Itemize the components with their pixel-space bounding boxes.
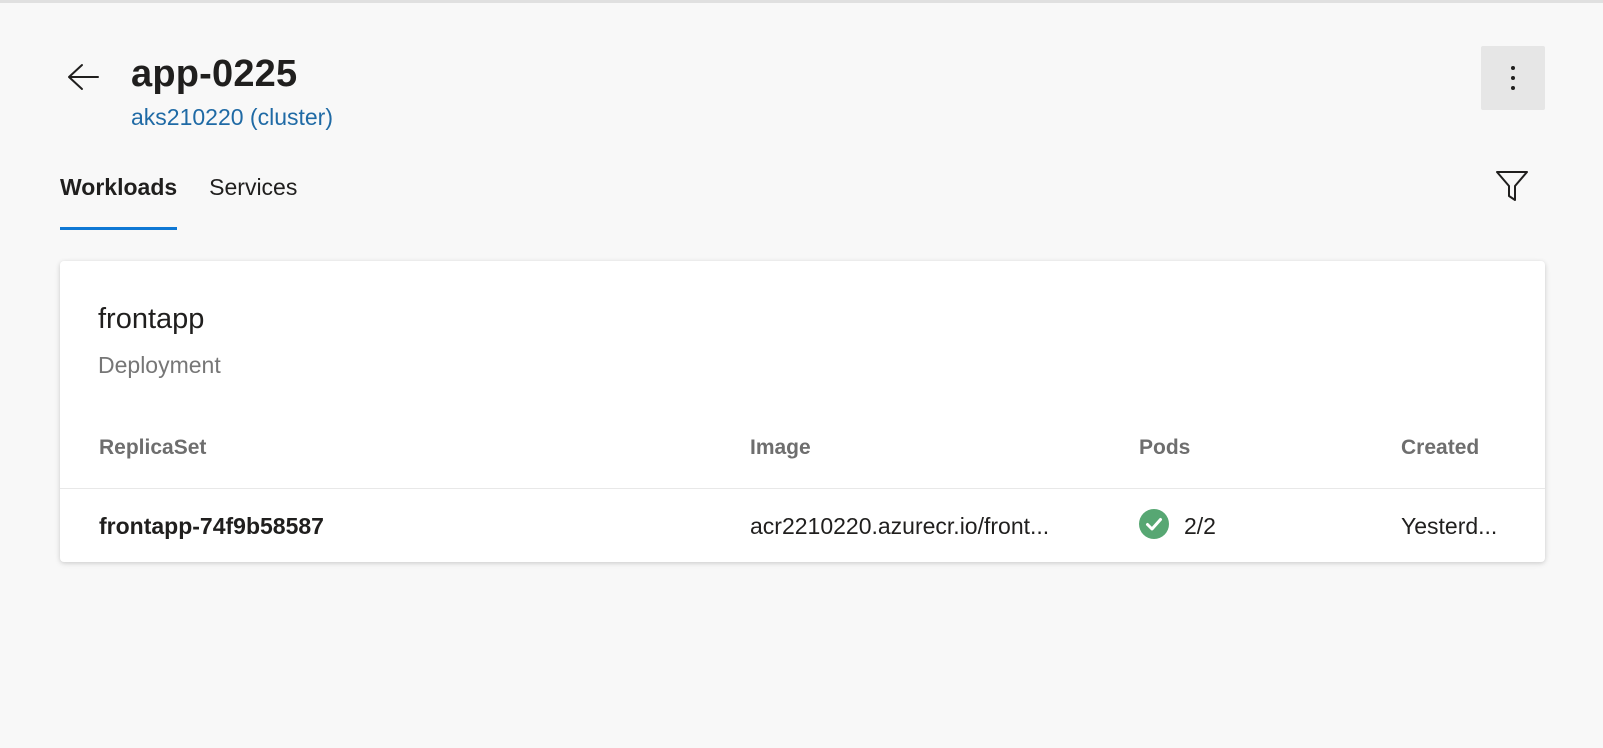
created-time: Yesterd... <box>1401 513 1498 539</box>
column-header-replicaset[interactable]: ReplicaSet <box>99 434 206 462</box>
pods-count: 2/2 <box>1184 513 1216 539</box>
workload-kind: Deployment <box>98 352 221 378</box>
column-header-pods[interactable]: Pods <box>1139 434 1190 462</box>
workload-card: frontapp Deployment ReplicaSet Image Pod… <box>60 261 1545 562</box>
arrow-left-icon <box>68 64 99 90</box>
tab-services[interactable]: Services <box>209 166 297 230</box>
tab-bar: Workloads Services <box>60 166 297 230</box>
replicaset-name[interactable]: frontapp-74f9b58587 <box>99 511 324 541</box>
page-title: app-0225 <box>131 53 298 95</box>
column-header-image[interactable]: Image <box>750 434 811 462</box>
workload-name: frontapp <box>98 303 205 335</box>
cluster-link[interactable]: aks210220 (cluster) <box>131 102 333 132</box>
more-options-button[interactable] <box>1481 46 1545 110</box>
check-circle-icon <box>1139 509 1169 539</box>
image-name: acr2210220.azurecr.io/front... <box>750 513 1050 539</box>
column-header-created[interactable]: Created <box>1401 434 1479 462</box>
tab-workloads[interactable]: Workloads <box>60 166 178 230</box>
filter-button[interactable] <box>1492 166 1532 206</box>
top-border <box>0 0 1603 3</box>
back-button[interactable] <box>62 56 104 98</box>
more-vertical-icon <box>1511 66 1515 90</box>
filter-icon <box>1496 171 1528 201</box>
table-row[interactable]: frontapp-74f9b58587 acr2210220.azurecr.i… <box>60 489 1545 561</box>
